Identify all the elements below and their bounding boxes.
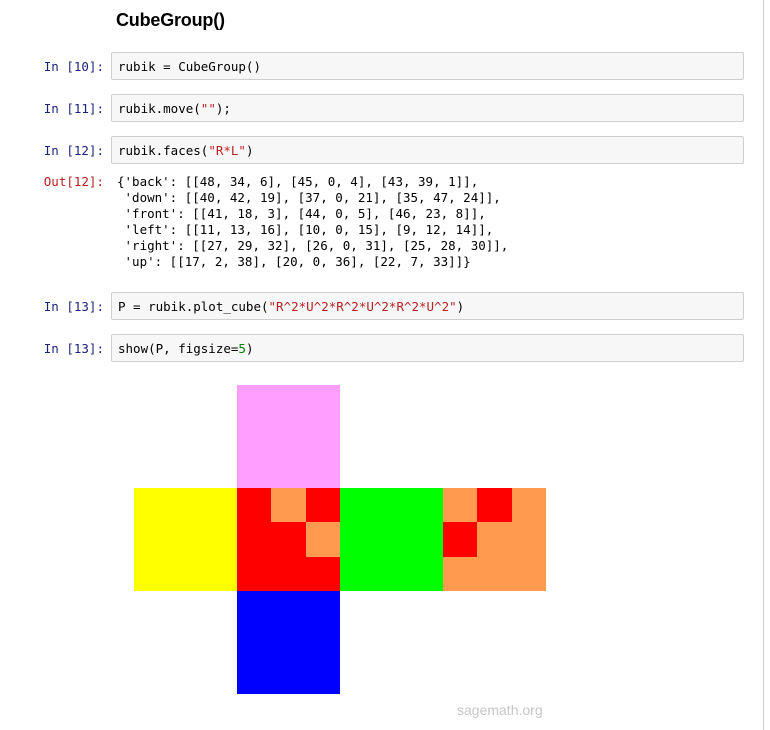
sticker-down-5 — [305, 625, 341, 661]
sticker-down-8 — [305, 659, 341, 695]
sticker-down-7 — [271, 659, 307, 695]
code-cell-13-show[interactable]: show(P, figsize=5) — [111, 334, 744, 362]
sticker-right-0 — [340, 488, 375, 523]
sticker-down-2 — [305, 591, 341, 626]
code-cell-11[interactable]: rubik.move(""); — [111, 94, 744, 122]
sticker-right-6 — [340, 556, 375, 592]
notebook-right-border — [763, 0, 764, 730]
cube-net-plot — [134, 385, 547, 695]
code-token: ) — [456, 299, 465, 314]
sticker-left-0 — [134, 488, 169, 523]
prompt-in-10: In [10]: — [43, 59, 104, 74]
sticker-back-7 — [477, 556, 513, 592]
sticker-front-4 — [271, 522, 307, 558]
sticker-back-6 — [443, 556, 478, 592]
sticker-down-3 — [237, 625, 272, 661]
sticker-right-5 — [408, 522, 444, 558]
code-token: ); — [215, 101, 231, 116]
code-token: rubik.faces( — [118, 143, 209, 158]
sticker-right-4 — [374, 522, 410, 558]
sticker-right-3 — [340, 522, 375, 558]
sticker-up-1 — [271, 385, 307, 420]
sticker-front-7 — [271, 556, 307, 592]
sticker-left-1 — [168, 488, 204, 523]
code-token: ) — [245, 143, 254, 158]
sticker-down-0 — [237, 591, 272, 626]
notebook-title: CubeGroup() — [116, 10, 225, 30]
code-token: "" — [200, 101, 216, 116]
prompt-in-12: In [12]: — [43, 143, 104, 158]
prompt-out-12: Out[12]: — [43, 174, 104, 189]
code-token: show(P, figsize= — [118, 341, 239, 356]
sticker-right-8 — [408, 556, 444, 592]
sticker-down-4 — [271, 625, 307, 661]
sticker-up-5 — [305, 419, 341, 455]
code-token: rubik = CubeGroup() — [118, 59, 261, 74]
sticker-left-3 — [134, 522, 169, 558]
sticker-back-1 — [477, 488, 513, 523]
code-cell-13-plot[interactable]: P = rubik.plot_cube("R^2*U^2*R^2*U^2*R^2… — [111, 292, 744, 320]
sticker-back-4 — [477, 522, 513, 558]
sticker-front-8 — [305, 556, 341, 592]
sticker-up-0 — [237, 385, 272, 420]
prompt-in-13-plot: In [13]: — [43, 299, 104, 314]
sticker-front-1 — [271, 488, 307, 523]
code-token: ) — [245, 341, 254, 356]
sticker-left-5 — [202, 522, 238, 558]
code-cell-10[interactable]: rubik = CubeGroup() — [111, 52, 744, 80]
code-token: "R*L" — [208, 143, 246, 158]
sticker-up-4 — [271, 419, 307, 455]
sticker-left-8 — [202, 556, 238, 592]
code-token: "R^2*U^2*R^2*U^2*R^2*U^2" — [268, 299, 457, 314]
sticker-up-3 — [237, 419, 272, 455]
sticker-back-0 — [443, 488, 478, 523]
sticker-back-8 — [511, 556, 547, 592]
sticker-left-6 — [134, 556, 169, 592]
sticker-back-5 — [511, 522, 547, 558]
sticker-back-2 — [511, 488, 547, 523]
sticker-up-7 — [271, 453, 307, 489]
prompt-in-13-show: In [13]: — [43, 341, 104, 356]
sticker-left-7 — [168, 556, 204, 592]
sticker-front-2 — [305, 488, 341, 523]
sticker-back-3 — [443, 522, 478, 558]
sticker-front-3 — [237, 522, 272, 558]
sticker-front-0 — [237, 488, 272, 523]
sagemath-watermark: sagemath.org — [457, 702, 543, 718]
sticker-down-6 — [237, 659, 272, 695]
sticker-up-6 — [237, 453, 272, 489]
sticker-left-4 — [168, 522, 204, 558]
sticker-right-1 — [374, 488, 410, 523]
code-cell-12[interactable]: rubik.faces("R*L") — [111, 136, 744, 164]
sticker-up-8 — [305, 453, 341, 489]
sticker-up-2 — [305, 385, 341, 420]
sticker-front-6 — [237, 556, 272, 592]
sticker-left-2 — [202, 488, 238, 523]
sticker-down-1 — [271, 591, 307, 626]
sticker-right-2 — [408, 488, 444, 523]
sticker-right-7 — [374, 556, 410, 592]
prompt-in-11: In [11]: — [43, 101, 104, 116]
code-token: rubik.move( — [118, 101, 201, 116]
output-faces: {'back': [[48, 34, 6], [45, 0, 4], [43, … — [117, 174, 509, 269]
code-token: P = rubik.plot_cube( — [118, 299, 269, 314]
code-token: 5 — [238, 341, 246, 356]
sticker-front-5 — [305, 522, 341, 558]
